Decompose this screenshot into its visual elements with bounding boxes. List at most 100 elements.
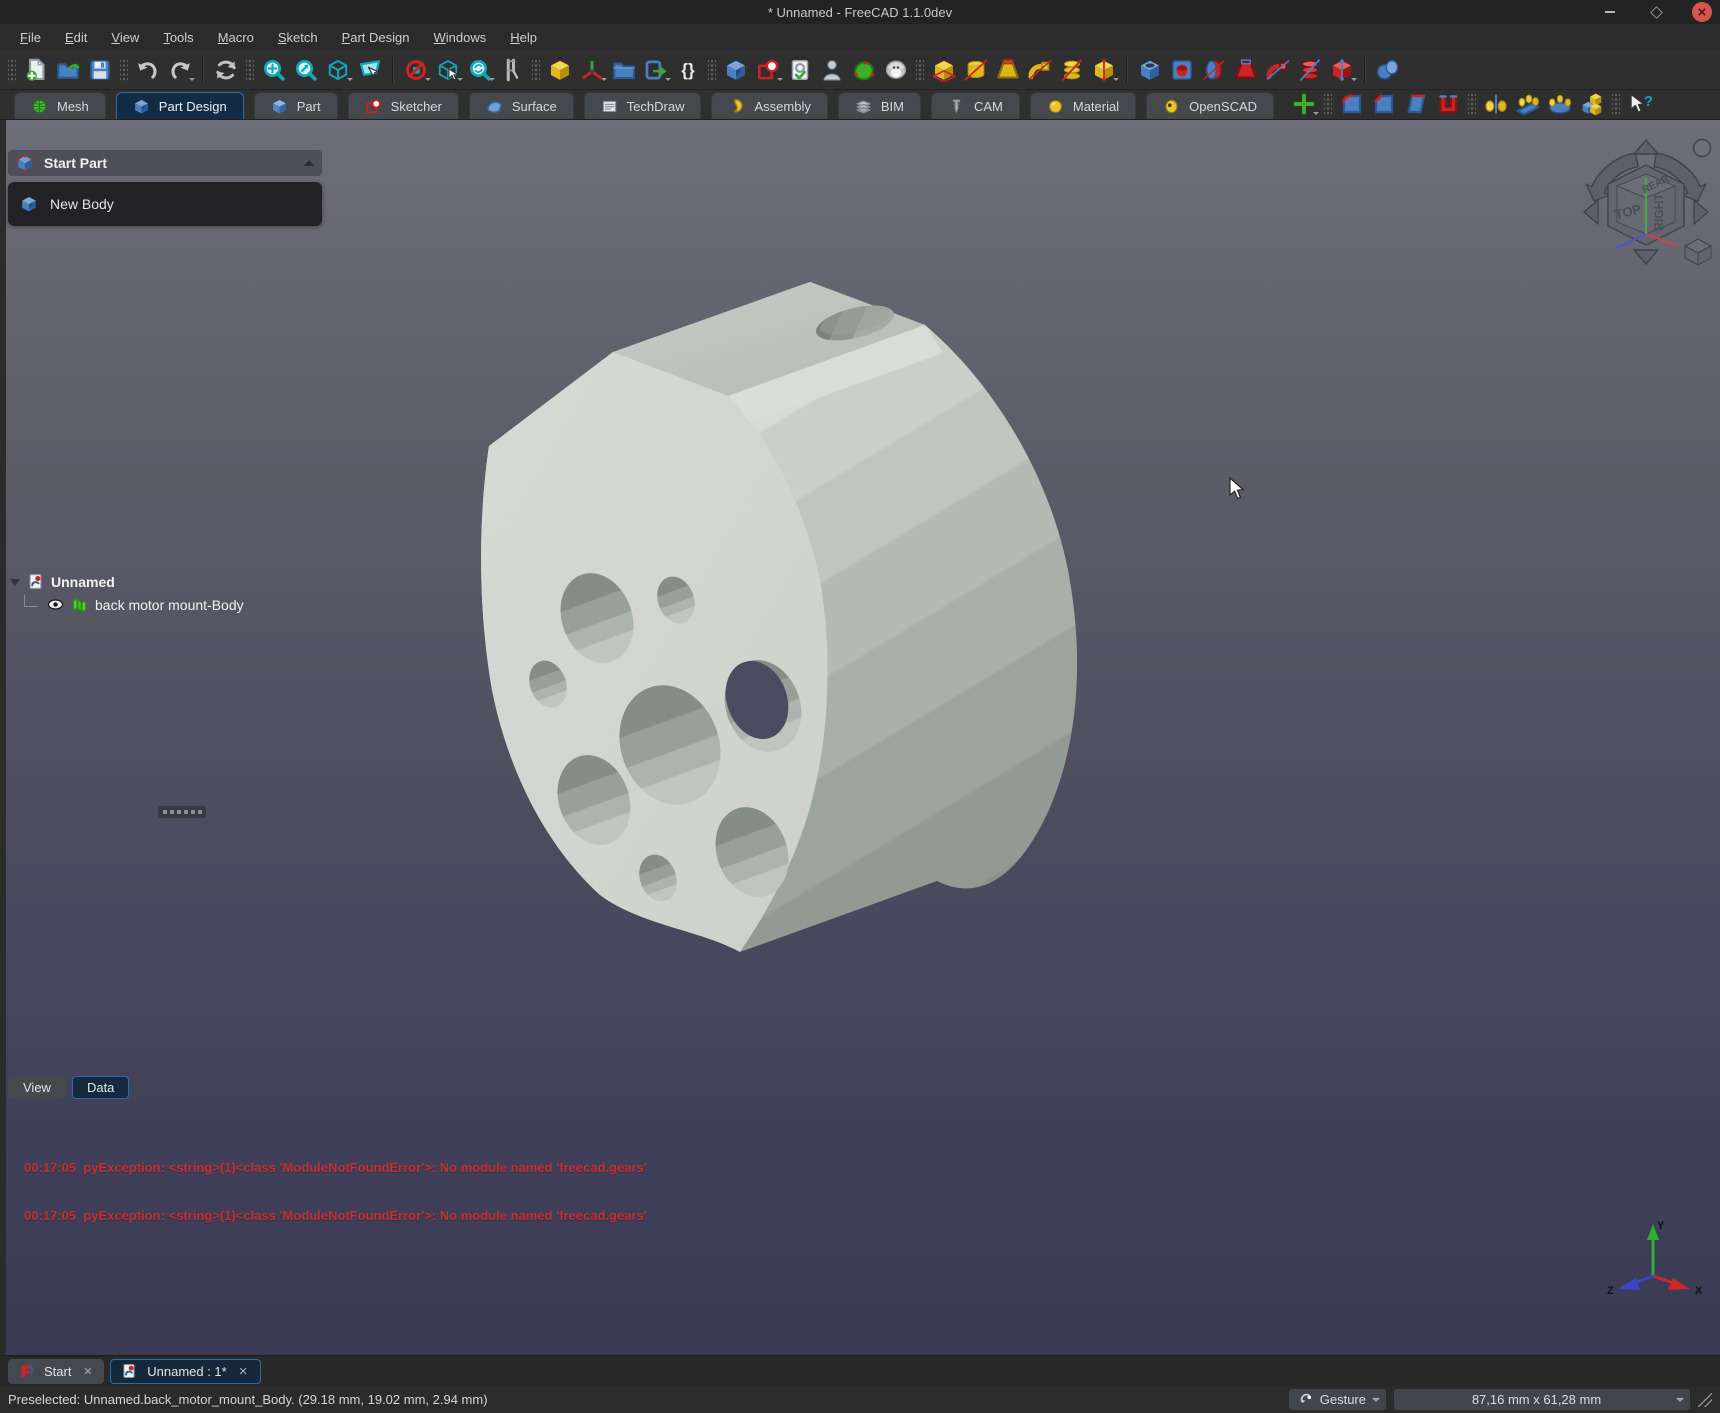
open-document-button[interactable] <box>52 54 84 86</box>
nav-arrow-left[interactable] <box>1584 200 1598 224</box>
create-part-button[interactable] <box>544 54 576 86</box>
multi-transform-button[interactable] <box>1576 88 1608 120</box>
polar-pattern-button[interactable] <box>1544 88 1576 120</box>
pad-button[interactable] <box>928 54 960 86</box>
workbench-tab-openscad[interactable]: OpenSCAD <box>1146 92 1274 119</box>
toolbar-grip[interactable] <box>532 58 540 82</box>
thickness-button[interactable] <box>1432 88 1464 120</box>
create-group-button[interactable] <box>608 54 640 86</box>
subtractive-helix-button[interactable] <box>1294 54 1326 86</box>
fit-selection-button[interactable] <box>290 54 322 86</box>
maximize-button[interactable] <box>1646 2 1666 22</box>
additive-pipe-button[interactable] <box>1024 54 1056 86</box>
tab-data[interactable]: Data <box>72 1076 129 1099</box>
whats-this-button[interactable]: ? <box>1624 88 1656 120</box>
overlay-grip-handle[interactable] <box>158 806 206 818</box>
workbench-tab-sketcher[interactable]: Sketcher <box>348 92 459 119</box>
edit-sketch-button[interactable] <box>784 54 816 86</box>
menu-item-view[interactable]: View <box>101 27 149 48</box>
subtractive-pipe-button[interactable] <box>1262 54 1294 86</box>
close-button[interactable] <box>1692 2 1712 22</box>
additive-primitives-button[interactable] <box>1088 54 1120 86</box>
fit-all-button[interactable] <box>258 54 290 86</box>
nav-face-right-label[interactable]: RIGHT <box>1652 193 1666 231</box>
make-link-button[interactable] <box>640 54 672 86</box>
toolbar-grip[interactable] <box>708 58 716 82</box>
additive-helix-button[interactable] <box>1056 54 1088 86</box>
menu-item-macro[interactable]: Macro <box>208 27 264 48</box>
shape-binder-button[interactable] <box>880 54 912 86</box>
create-body-button[interactable] <box>720 54 752 86</box>
workbench-tab-assembly[interactable]: Assembly <box>711 92 827 119</box>
linear-pattern-button[interactable] <box>1512 88 1544 120</box>
workbench-tab-mesh[interactable]: Mesh <box>14 92 106 119</box>
undo-button[interactable] <box>132 54 164 86</box>
resize-grip[interactable] <box>1698 1393 1712 1407</box>
navigation-cube[interactable]: TOP REAR RIGHT <box>1578 134 1714 270</box>
create-clone-button[interactable] <box>848 54 880 86</box>
new-document-button[interactable] <box>20 54 52 86</box>
nav-arrow-right[interactable] <box>1694 200 1708 224</box>
toolbar-grip[interactable] <box>246 58 254 82</box>
toolbar-grip[interactable] <box>1324 92 1332 116</box>
measure-button[interactable] <box>496 54 528 86</box>
toolbar-grip[interactable] <box>1468 92 1476 116</box>
nav-arrow-up[interactable] <box>1634 140 1658 154</box>
nav-cube-body[interactable]: TOP REAR RIGHT <box>1608 165 1684 248</box>
motor-mount-body[interactable] <box>481 282 1077 952</box>
chamfer-button[interactable] <box>1368 88 1400 120</box>
revolution-button[interactable] <box>960 54 992 86</box>
nav-top-view-dot[interactable] <box>1694 140 1711 157</box>
close-tab-icon[interactable]: × <box>81 1364 94 1379</box>
sync-view-button[interactable] <box>464 54 496 86</box>
variable-set-button[interactable]: {} <box>672 54 704 86</box>
fillet-button[interactable] <box>1336 88 1368 120</box>
document-tab-unnamed[interactable]: Unnamed : 1* × <box>110 1359 260 1384</box>
mirrored-button[interactable] <box>1480 88 1512 120</box>
box-selection-button[interactable] <box>432 54 464 86</box>
document-tab-start[interactable]: Start × <box>8 1359 104 1384</box>
nav-arrow-down[interactable] <box>1634 250 1658 264</box>
toolbar-grip[interactable] <box>1612 92 1620 116</box>
workbench-tab-material[interactable]: Material <box>1030 92 1136 119</box>
draw-style-button[interactable] <box>322 54 354 86</box>
minimize-button[interactable] <box>1600 2 1620 22</box>
menu-item-file[interactable]: File <box>10 27 51 48</box>
toolbar-grip[interactable] <box>916 58 924 82</box>
menu-item-windows[interactable]: Windows <box>424 27 497 48</box>
draft-button[interactable] <box>1400 88 1432 120</box>
hole-button[interactable] <box>1166 54 1198 86</box>
boolean-operation-button[interactable] <box>1372 54 1404 86</box>
view-dimensions-dropdown[interactable]: 87,16 mm x 61,28 mm <box>1394 1389 1690 1410</box>
new-body-item[interactable]: New Body <box>8 182 322 226</box>
workbench-tab-techdraw[interactable]: TechDraw <box>584 92 702 119</box>
subtractive-loft-button[interactable] <box>1230 54 1262 86</box>
redo-button[interactable] <box>164 54 196 86</box>
expander-icon[interactable] <box>10 579 20 591</box>
workbench-tab-surface[interactable]: Surface <box>469 92 574 119</box>
menu-item-tools[interactable]: Tools <box>153 27 203 48</box>
tab-view[interactable]: View <box>8 1076 66 1099</box>
create-sketch-button[interactable] <box>752 54 784 86</box>
subtractive-primitives-button[interactable] <box>1326 54 1358 86</box>
add-workbench-button[interactable] <box>1288 88 1320 120</box>
tree-item-body[interactable]: back motor mount-Body <box>10 593 244 616</box>
additive-loft-button[interactable] <box>992 54 1024 86</box>
workbench-tab-cam[interactable]: CAM <box>931 92 1020 119</box>
pocket-button[interactable] <box>1134 54 1166 86</box>
navigation-style-button[interactable]: Gesture <box>1289 1389 1386 1410</box>
menu-item-edit[interactable]: Edit <box>55 27 97 48</box>
menu-item-sketch[interactable]: Sketch <box>268 27 328 48</box>
tree-item-document[interactable]: Unnamed <box>10 570 244 593</box>
menu-item-part-design[interactable]: Part Design <box>332 27 420 48</box>
workbench-tab-part[interactable]: Part <box>254 92 338 119</box>
viewport-3d[interactable]: TOP REAR RIGHT Y X Z <box>0 120 1720 1355</box>
close-tab-icon[interactable]: × <box>237 1364 250 1379</box>
toolbar-grip[interactable] <box>120 58 128 82</box>
title-bar[interactable]: * Unnamed - FreeCAD 1.1.0dev <box>0 0 1720 24</box>
refresh-button[interactable] <box>210 54 242 86</box>
menu-item-help[interactable]: Help <box>500 27 547 48</box>
nav-mini-cube[interactable] <box>1685 239 1711 265</box>
start-part-header[interactable]: Start Part <box>8 150 322 176</box>
collapse-arrow-icon[interactable] <box>304 155 314 166</box>
